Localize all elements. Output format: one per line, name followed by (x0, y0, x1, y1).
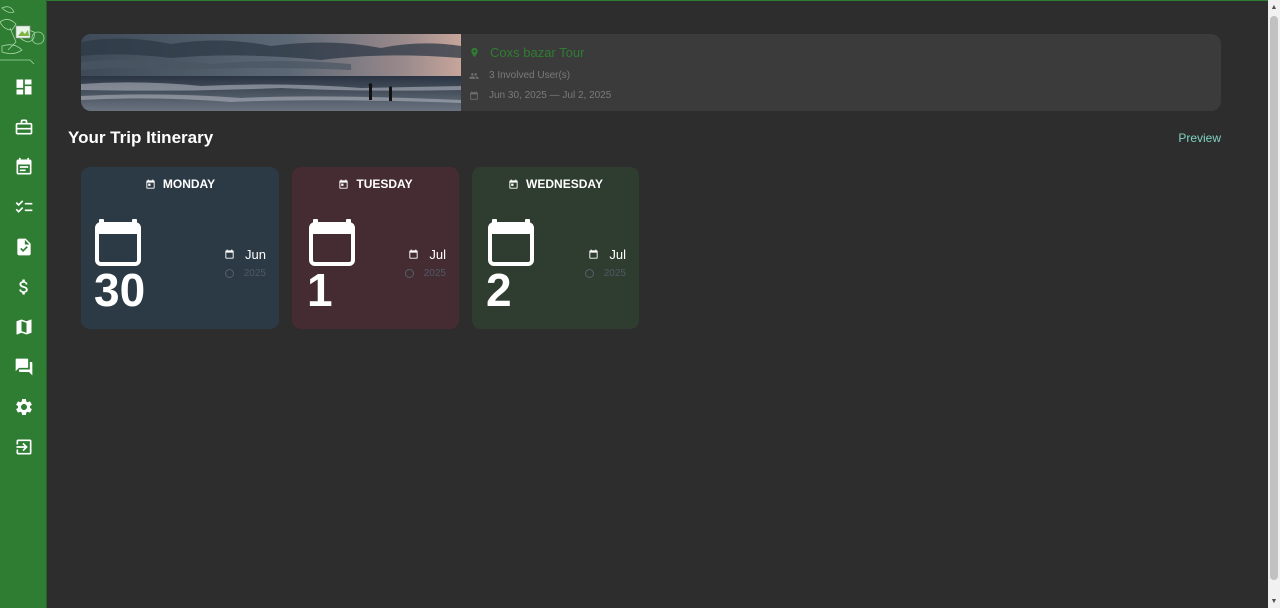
sidebar-item-logout[interactable] (11, 434, 37, 460)
calendar-small-icon (146, 178, 155, 189)
gear-icon (16, 399, 32, 415)
calendar-icon (16, 157, 32, 175)
preview-link[interactable]: Preview (1178, 131, 1221, 145)
day-card-2[interactable]: TUESDAY 1 Jul 2025 (292, 167, 459, 329)
day-weekday: WEDNESDAY (526, 177, 603, 191)
map-pin-icon (471, 47, 478, 58)
logo[interactable] (0, 2, 47, 66)
sidebar-item-chat[interactable] (11, 354, 37, 380)
trip-users: 3 Involved User(s) (489, 70, 571, 81)
itinerary-title: Your Trip Itinerary (68, 128, 214, 147)
day-weekday: TUESDAY (356, 177, 413, 191)
trip-dates: Jun 30, 2025 — Jul 2, 2025 (489, 90, 612, 101)
scrollbar[interactable]: ▲ ▼ (1268, 0, 1280, 608)
calendar-small-icon (225, 249, 234, 259)
day-number: 2 (486, 264, 512, 316)
day-month: Jun (245, 247, 266, 262)
trip-cover-image (81, 34, 461, 111)
day-header: MONDAY (81, 177, 279, 191)
calendar-large-icon (488, 219, 534, 266)
trip-title: Coxs bazar Tour (490, 45, 585, 60)
day-weekday: MONDAY (162, 177, 216, 191)
day-year: 2025 (603, 268, 626, 279)
day-card-3[interactable]: WEDNESDAY 2 Jul 2025 (472, 167, 639, 329)
calendar-large-icon (95, 219, 141, 266)
sidebar-item-calendar[interactable] (11, 154, 37, 180)
dollar-icon (19, 279, 28, 295)
trip-dates-row: Jun 30, 2025 — Jul 2, 2025 (469, 90, 611, 101)
dashboard-icon (16, 79, 32, 95)
year-row: 2025 (404, 268, 446, 279)
calendar-small-icon (339, 178, 348, 189)
day-year: 2025 (243, 268, 266, 279)
month-row: Jul (408, 247, 446, 262)
day-month: Jul (609, 247, 626, 262)
calendar-large-icon (309, 219, 355, 266)
calendar-small-icon (470, 90, 478, 100)
month-row: Jul (588, 247, 626, 262)
main-content: Coxs bazar Tour 3 Involved User(s) Jun 3… (48, 1, 1268, 608)
sidebar-item-settings[interactable] (11, 394, 37, 420)
trip-title-row: Coxs bazar Tour (469, 45, 584, 60)
clock-icon (584, 269, 594, 278)
day-header: WEDNESDAY (472, 177, 639, 191)
day-card-1[interactable]: MONDAY 30 Jun 2025 (81, 167, 279, 329)
scroll-up-arrow-icon[interactable]: ▲ (1270, 2, 1278, 12)
users-icon (469, 72, 479, 79)
calendar-small-icon (509, 178, 518, 189)
logo-image (0, 6, 45, 65)
day-number: 30 (94, 264, 146, 316)
sidebar-item-trips[interactable] (11, 114, 37, 140)
document-check-icon (17, 238, 31, 256)
sidebar (0, 0, 47, 608)
clock-icon (224, 269, 234, 278)
day-month: Jul (429, 247, 446, 262)
day-number: 1 (307, 264, 333, 316)
sidebar-item-expenses[interactable] (11, 274, 37, 300)
day-header: TUESDAY (292, 177, 459, 191)
checklist-icon (15, 200, 33, 213)
trip-users-row: 3 Involved User(s) (469, 70, 570, 81)
briefcase-icon (15, 119, 33, 135)
sidebar-item-map[interactable] (11, 314, 37, 340)
sidebar-item-dashboard[interactable] (11, 74, 37, 100)
month-row: Jun (224, 247, 266, 262)
scroll-thumb[interactable] (1270, 16, 1278, 580)
trip-card[interactable]: Coxs bazar Tour 3 Involved User(s) Jun 3… (81, 34, 1221, 111)
scroll-down-arrow-icon[interactable]: ▼ (1270, 596, 1278, 606)
map-icon (16, 319, 32, 335)
logout-icon (16, 439, 32, 455)
calendar-small-icon (409, 249, 418, 259)
calendar-small-icon (589, 249, 598, 259)
day-year: 2025 (423, 268, 446, 279)
chat-icon (15, 358, 33, 376)
year-row: 2025 (224, 268, 266, 279)
clock-icon (404, 269, 414, 278)
year-row: 2025 (584, 268, 626, 279)
sidebar-item-documents[interactable] (11, 234, 37, 260)
sidebar-item-checklist[interactable] (11, 194, 37, 220)
